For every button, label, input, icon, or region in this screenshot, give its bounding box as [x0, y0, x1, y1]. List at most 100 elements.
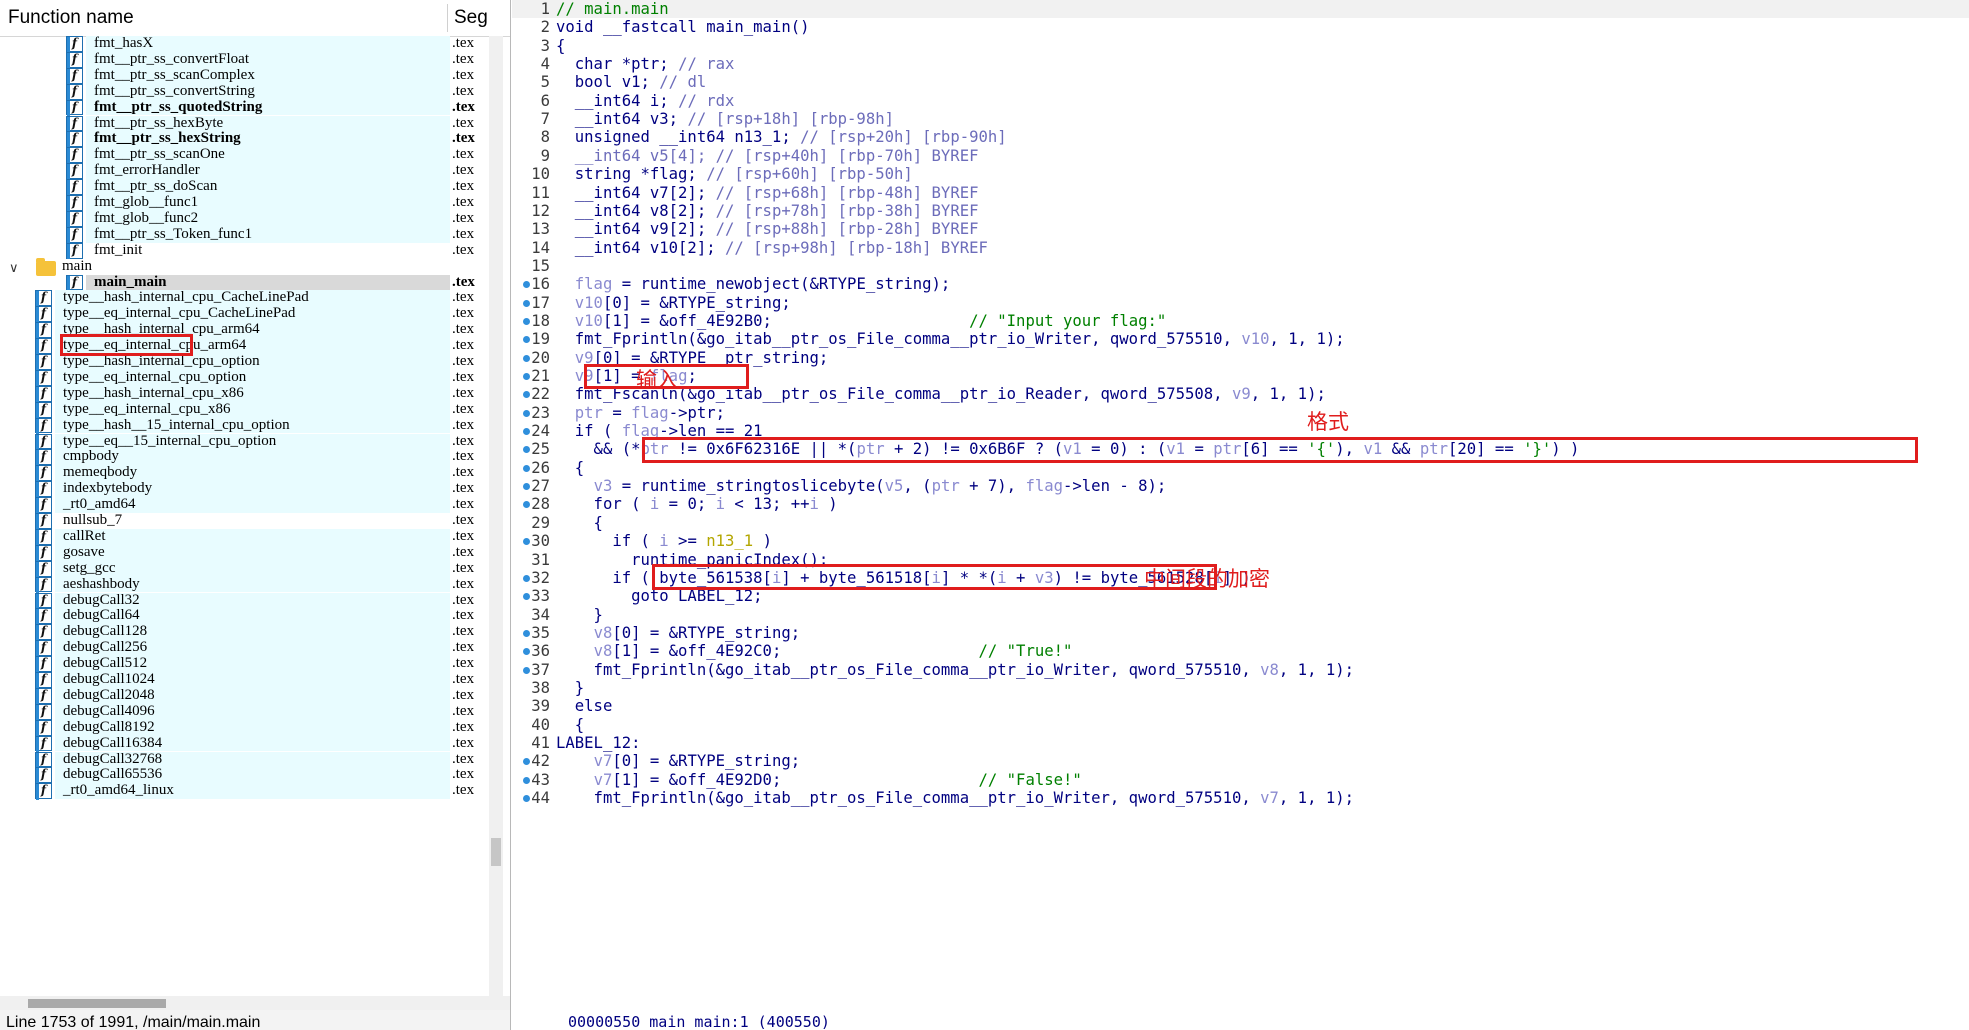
function-row[interactable]: f main_main .tex: [0, 274, 510, 292]
function-row[interactable]: f type__eq__15_internal_cpu_option .tex: [0, 433, 510, 451]
function-name: fmt__ptr_ss_convertString: [94, 82, 255, 99]
code-line[interactable]: 37 fmt_Fprintln(&go_itab__ptr_os_File_co…: [512, 661, 1969, 679]
code-line[interactable]: 23 ptr = flag->ptr;: [512, 404, 1969, 422]
function-row[interactable]: f debugCall16384 .tex: [0, 735, 510, 753]
code-line[interactable]: 4 char *ptr; // rax: [512, 55, 1969, 73]
function-row[interactable]: f setg_gcc .tex: [0, 559, 510, 578]
function-row[interactable]: f debugCall2048 .tex: [0, 686, 510, 705]
code-line[interactable]: 30 if ( i >= n13_1 ): [512, 532, 1969, 550]
code-line[interactable]: 13 __int64 v9[2]; // [rsp+88h] [rbp-28h]…: [512, 220, 1969, 238]
code-line[interactable]: 44 fmt_Fprintln(&go_itab__ptr_os_File_co…: [512, 789, 1969, 807]
code-line[interactable]: 27 v3 = runtime_stringtoslicebyte(v5, (p…: [512, 477, 1969, 495]
code-line[interactable]: 19 fmt_Fprintln(&go_itab__ptr_os_File_co…: [512, 330, 1969, 348]
function-row[interactable]: f debugCall4096 .tex: [0, 703, 510, 721]
code-line[interactable]: 2 void __fastcall main_main(): [512, 18, 1969, 36]
code-line[interactable]: 8 unsigned __int64 n13_1; // [rsp+20h] […: [512, 128, 1969, 146]
function-row[interactable]: f fmt_errorHandler .tex: [0, 162, 510, 181]
function-row[interactable]: f callRet .tex: [0, 528, 510, 546]
code-text: v7[1] = &off_4E92D0; // "False!": [593, 770, 1082, 789]
function-list-horizontal-scroll-thumb[interactable]: [28, 999, 166, 1008]
code-line[interactable]: 5 bool v1; // dl: [512, 73, 1969, 91]
line-number: 10: [531, 165, 550, 184]
code-line[interactable]: 16 flag = runtime_newobject(&RTYPE_strin…: [512, 275, 1969, 293]
function-row[interactable]: f fmt_hasX .tex: [0, 35, 510, 53]
code-line[interactable]: 17 v10[0] = &RTYPE_string;: [512, 294, 1969, 312]
code-line[interactable]: 11 __int64 v7[2]; // [rsp+68h] [rbp-48h]…: [512, 184, 1969, 202]
code-line[interactable]: 40 {: [512, 716, 1969, 734]
function-row[interactable]: f debugCall64 .tex: [0, 607, 510, 626]
code-line[interactable]: 29 {: [512, 514, 1969, 532]
code-line[interactable]: 39 else: [512, 697, 1969, 715]
function-row[interactable]: f fmt_glob__func2 .tex: [0, 210, 510, 228]
function-row[interactable]: f fmt_glob__func1 .tex: [0, 194, 510, 212]
function-row[interactable]: f debugCall32768 .tex: [0, 751, 510, 769]
function-row[interactable]: f type__hash__15_internal_cpu_option .tex: [0, 417, 510, 435]
function-row[interactable]: f gosave .tex: [0, 544, 510, 562]
function-segment: .tex: [452, 384, 475, 401]
function-name: aeshashbody: [63, 575, 140, 592]
function-list-vertical-scroll-thumb[interactable]: [491, 838, 501, 866]
function-segment: .tex: [452, 162, 475, 179]
function-row[interactable]: f fmt__ptr_ss_scanComplex .tex: [0, 67, 510, 85]
function-row[interactable]: f fmt__ptr_ss_doScan .tex: [0, 178, 510, 196]
code-line[interactable]: 38 }: [512, 679, 1969, 697]
function-row[interactable]: f debugCall32 .tex: [0, 592, 510, 610]
function-name: fmt__ptr_ss_quotedString: [94, 98, 263, 115]
function-row[interactable]: f _rt0_amd64_linux .tex: [0, 782, 510, 801]
function-row[interactable]: f debugCall256 .tex: [0, 639, 510, 658]
function-row[interactable]: f debugCall512 .tex: [0, 655, 510, 673]
code-line[interactable]: 9 __int64 v5[4]; // [rsp+40h] [rbp-70h] …: [512, 147, 1969, 165]
function-row[interactable]: f _rt0_amd64 .tex: [0, 496, 510, 514]
code-line[interactable]: 34 }: [512, 606, 1969, 624]
function-row[interactable]: f type__hash_internal_cpu_option .tex: [0, 353, 510, 371]
function-row[interactable]: f type__eq_internal_cpu_option .tex: [0, 369, 510, 387]
function-row[interactable]: f type__hash_internal_cpu_CacheLinePad .te…: [0, 289, 510, 308]
code-line[interactable]: 42 v7[0] = &RTYPE_string;: [512, 752, 1969, 770]
code-line[interactable]: 28 for ( i = 0; i < 13; ++i ): [512, 495, 1969, 513]
function-row[interactable]: f fmt__ptr_ss_hexString .tex: [0, 130, 510, 149]
code-line[interactable]: 18 v10[1] = &off_4E92B0; // "Input your …: [512, 312, 1969, 330]
function-row[interactable]: f fmt__ptr_ss_Token_func1 .tex: [0, 225, 510, 244]
function-row[interactable]: f type__eq_internal_cpu_CacheLinePad .tex: [0, 305, 510, 324]
function-row[interactable]: f memeqbody .tex: [0, 464, 510, 483]
function-row[interactable]: f fmt__ptr_ss_convertString .tex: [0, 82, 510, 101]
code-line[interactable]: 7 __int64 v3; // [rsp+18h] [rbp-98h]: [512, 110, 1969, 128]
function-row[interactable]: f aeshashbody .tex: [0, 575, 510, 594]
function-row[interactable]: f fmt__ptr_ss_convertFloat .tex: [0, 51, 510, 69]
code-line[interactable]: 3{: [512, 37, 1969, 55]
code-line[interactable]: 10 string *flag; // [rsp+60h] [rbp-50h]: [512, 165, 1969, 183]
function-row[interactable]: f type__hash_internal_cpu_x86 .tex: [0, 384, 510, 403]
column-header-function-name[interactable]: Function name: [8, 7, 134, 29]
function-row[interactable]: f fmt_init .tex: [0, 242, 510, 260]
code-line[interactable]: 14 __int64 v10[2]; // [rsp+98h] [rbp-18h…: [512, 239, 1969, 257]
collapse-chevron-icon[interactable]: ∨: [9, 261, 19, 276]
function-segment: .tex: [452, 686, 475, 703]
function-row[interactable]: f debugCall128 .tex: [0, 623, 510, 642]
column-divider[interactable]: [447, 4, 448, 32]
code-line[interactable]: 35 v8[0] = &RTYPE_string;: [512, 624, 1969, 642]
function-segment: .tex: [452, 178, 475, 195]
code-line[interactable]: 12 __int64 v8[2]; // [rsp+78h] [rbp-38h]…: [512, 202, 1969, 220]
function-segment: .tex: [452, 225, 475, 242]
function-row[interactable]: f fmt__ptr_ss_hexByte .tex: [0, 115, 510, 133]
code-line[interactable]: 1 // main.main: [512, 0, 1969, 19]
code-text: fmt_Fprintln(&go_itab__ptr_os_File_comma…: [556, 789, 1355, 808]
column-header-segment[interactable]: Seg: [454, 7, 488, 29]
function-row[interactable]: f nullsub_7 .tex: [0, 512, 510, 530]
function-row[interactable]: f type__eq_internal_cpu_x86 .tex: [0, 401, 510, 419]
code-line[interactable]: 43 v7[1] = &off_4E92D0; // "False!": [512, 771, 1969, 789]
code-line[interactable]: 36 v8[1] = &off_4E92C0; // "True!": [512, 642, 1969, 660]
function-row[interactable]: f fmt__ptr_ss_scanOne .tex: [0, 146, 510, 165]
function-row[interactable]: f indexbytebody .tex: [0, 480, 510, 499]
function-row[interactable]: f debugCall8192 .tex: [0, 719, 510, 737]
function-row[interactable]: f fmt__ptr_ss_quotedString .tex: [0, 98, 510, 117]
code-line[interactable]: 15: [512, 257, 1969, 275]
folder-row-main[interactable]: ∨ main: [0, 257, 510, 276]
function-row[interactable]: f debugCall65536 .tex: [0, 766, 510, 785]
function-row[interactable]: f cmpbody .tex: [0, 448, 510, 467]
code-line[interactable]: 41 LABEL_12:: [512, 734, 1969, 752]
function-name: setg_gcc: [63, 559, 116, 576]
code-line[interactable]: 6 __int64 i; // rdx: [512, 92, 1969, 110]
code-text: v10[1] = &off_4E92B0; // "Input your fla…: [574, 311, 1167, 330]
function-row[interactable]: f debugCall1024 .tex: [0, 671, 510, 689]
